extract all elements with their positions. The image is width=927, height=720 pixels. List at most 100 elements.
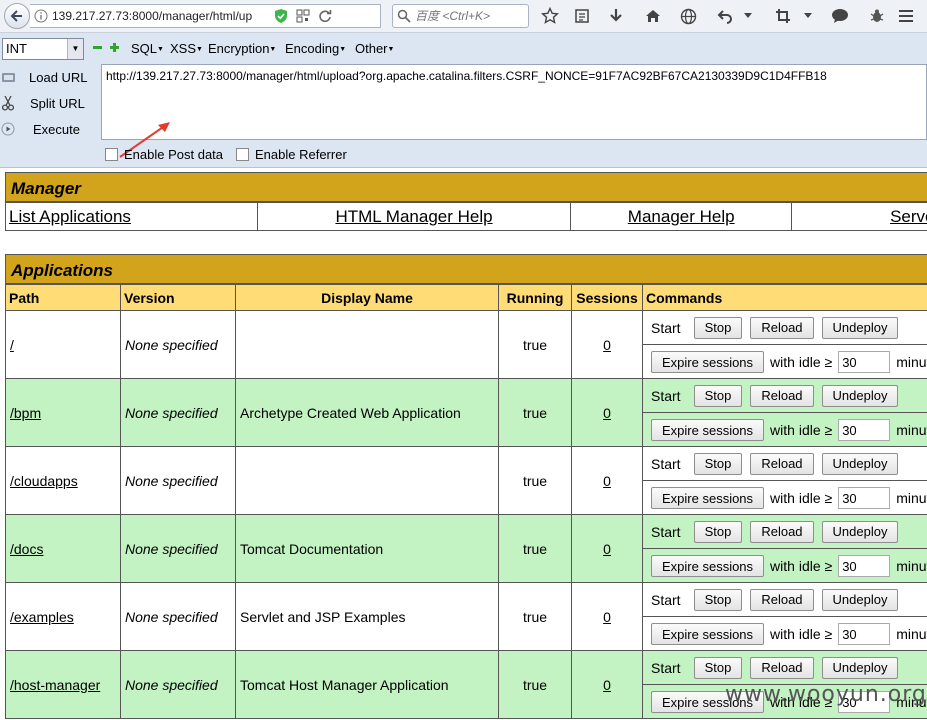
expire-sessions-button[interactable]: Expire sessions <box>651 555 765 577</box>
address-bar[interactable]: 139.217.27.73:8000/manager/html/up <box>30 4 381 28</box>
app-sessions-cell: 0 <box>571 378 643 447</box>
list-applications-link[interactable]: List Applications <box>9 207 131 226</box>
expire-sessions-button[interactable]: Expire sessions <box>651 351 765 373</box>
execute-button[interactable]: Execute <box>0 121 80 137</box>
table-row: / None specified true 0 Start Stop Reloa… <box>5 310 927 379</box>
address-text: 139.217.27.73:8000/manager/html/up <box>52 9 253 23</box>
header-running: Running <box>498 284 572 311</box>
refresh-icon[interactable] <box>314 9 336 23</box>
menu-hamburger-icon[interactable] <box>896 6 916 26</box>
stop-button[interactable]: Stop <box>693 588 743 611</box>
reload-button[interactable]: Reload <box>750 520 814 543</box>
load-url-button[interactable]: Load URL <box>0 69 88 85</box>
reload-button[interactable]: Reload <box>750 452 814 475</box>
undo-dropdown-icon[interactable] <box>738 6 758 26</box>
increase-icon[interactable] <box>110 43 119 52</box>
app-sessions-cell: 0 <box>571 650 643 719</box>
stop-button[interactable]: Stop <box>693 384 743 407</box>
enable-referrer-checkbox[interactable]: Enable Referrer <box>236 147 347 162</box>
app-sessions-link[interactable]: 0 <box>603 541 611 557</box>
undeploy-button[interactable]: Undeploy <box>821 384 899 407</box>
app-commands: Start Stop Reload Undeploy Expire sessio… <box>642 378 927 447</box>
command-buttons-row: Start Stop Reload Undeploy <box>643 652 927 685</box>
load-url-icon <box>0 69 16 85</box>
menu-encryption[interactable]: Encryption▼ <box>208 41 276 56</box>
expire-sessions-button[interactable]: Expire sessions <box>651 487 765 509</box>
undeploy-button[interactable]: Undeploy <box>821 316 899 339</box>
idle-minutes-input[interactable] <box>838 623 891 645</box>
reload-button[interactable]: Reload <box>750 588 814 611</box>
table-row: /cloudapps None specified true 0 Start S… <box>5 446 927 515</box>
idle-minutes-input[interactable] <box>838 351 891 373</box>
bookmark-star-icon[interactable] <box>540 6 560 26</box>
stop-button[interactable]: Stop <box>693 452 743 475</box>
menu-encoding[interactable]: Encoding▼ <box>285 41 346 56</box>
screenshot-dropdown-icon[interactable] <box>798 6 818 26</box>
app-sessions-link[interactable]: 0 <box>603 337 611 353</box>
undeploy-button[interactable]: Undeploy <box>821 452 899 475</box>
hackbar-type-select[interactable]: INT ▼ <box>2 38 84 60</box>
app-sessions-cell: 0 <box>571 582 643 651</box>
reload-button[interactable]: Reload <box>750 656 814 679</box>
menu-other[interactable]: Other▼ <box>355 41 394 56</box>
undeploy-button[interactable]: Undeploy <box>821 656 899 679</box>
start-label: Start <box>651 319 681 336</box>
stop-button[interactable]: Stop <box>693 316 743 339</box>
search-input[interactable] <box>415 9 520 23</box>
app-display-name: Archetype Created Web Application <box>235 378 499 447</box>
back-button[interactable] <box>4 3 30 29</box>
reload-button[interactable]: Reload <box>750 316 814 339</box>
shield-check-icon[interactable] <box>270 8 292 24</box>
app-path-cell: /docs <box>5 514 121 583</box>
qr-code-icon[interactable] <box>292 9 314 23</box>
stop-button[interactable]: Stop <box>693 656 743 679</box>
app-path-link[interactable]: /bpm <box>10 405 41 421</box>
idle-minutes-input[interactable] <box>838 487 891 509</box>
hackbar-url-textarea[interactable]: http://139.217.27.73:8000/manager/html/u… <box>101 64 927 140</box>
app-path-link[interactable]: /host-manager <box>10 677 100 693</box>
search-icon <box>397 9 411 23</box>
app-display-name <box>235 310 499 379</box>
server-status-link[interactable]: Server Status <box>890 207 927 226</box>
app-path-link[interactable]: /examples <box>10 609 74 625</box>
expire-sessions-button[interactable]: Expire sessions <box>651 623 765 645</box>
home-icon[interactable] <box>643 6 663 26</box>
app-sessions-link[interactable]: 0 <box>603 405 611 421</box>
command-buttons-row: Start Stop Reload Undeploy <box>643 448 927 481</box>
undo-icon[interactable] <box>715 6 735 26</box>
applications-table: Path Version Display Name Running Sessio… <box>5 284 927 719</box>
expire-sessions-button[interactable]: Expire sessions <box>651 419 765 441</box>
search-box[interactable] <box>392 4 529 28</box>
stop-button[interactable]: Stop <box>693 520 743 543</box>
decrease-icon[interactable] <box>93 43 102 52</box>
reload-button[interactable]: Reload <box>750 384 814 407</box>
undeploy-button[interactable]: Undeploy <box>821 520 899 543</box>
idle-minutes-input[interactable] <box>838 419 891 441</box>
chat-bubble-icon[interactable] <box>830 6 850 26</box>
download-icon[interactable] <box>606 6 626 26</box>
html-manager-help-link[interactable]: HTML Manager Help <box>335 207 492 226</box>
split-url-button[interactable]: Split URL <box>0 95 85 111</box>
manager-help-link[interactable]: Manager Help <box>628 207 735 226</box>
menu-sql[interactable]: SQL▼ <box>131 41 164 56</box>
app-sessions-link[interactable]: 0 <box>603 473 611 489</box>
app-version: None specified <box>120 310 236 379</box>
app-sessions-cell: 0 <box>571 446 643 515</box>
app-path-link[interactable]: / <box>10 337 14 353</box>
app-path-link[interactable]: /docs <box>10 541 43 557</box>
crop-screenshot-icon[interactable] <box>773 6 793 26</box>
idle-minutes-input[interactable] <box>838 555 891 577</box>
app-running: true <box>498 582 572 651</box>
menu-xss[interactable]: XSS▼ <box>170 41 203 56</box>
header-commands: Commands <box>642 284 927 311</box>
info-icon[interactable] <box>30 9 52 23</box>
bug-icon[interactable] <box>867 6 887 26</box>
reading-list-icon[interactable] <box>572 6 592 26</box>
globe-icon[interactable] <box>678 6 698 26</box>
enable-post-checkbox[interactable]: Enable Post data <box>105 147 223 162</box>
undeploy-button[interactable]: Undeploy <box>821 588 899 611</box>
app-sessions-link[interactable]: 0 <box>603 609 611 625</box>
app-sessions-link[interactable]: 0 <box>603 677 611 693</box>
app-path-link[interactable]: /cloudapps <box>10 473 78 489</box>
command-buttons-row: Start Stop Reload Undeploy <box>643 312 927 345</box>
